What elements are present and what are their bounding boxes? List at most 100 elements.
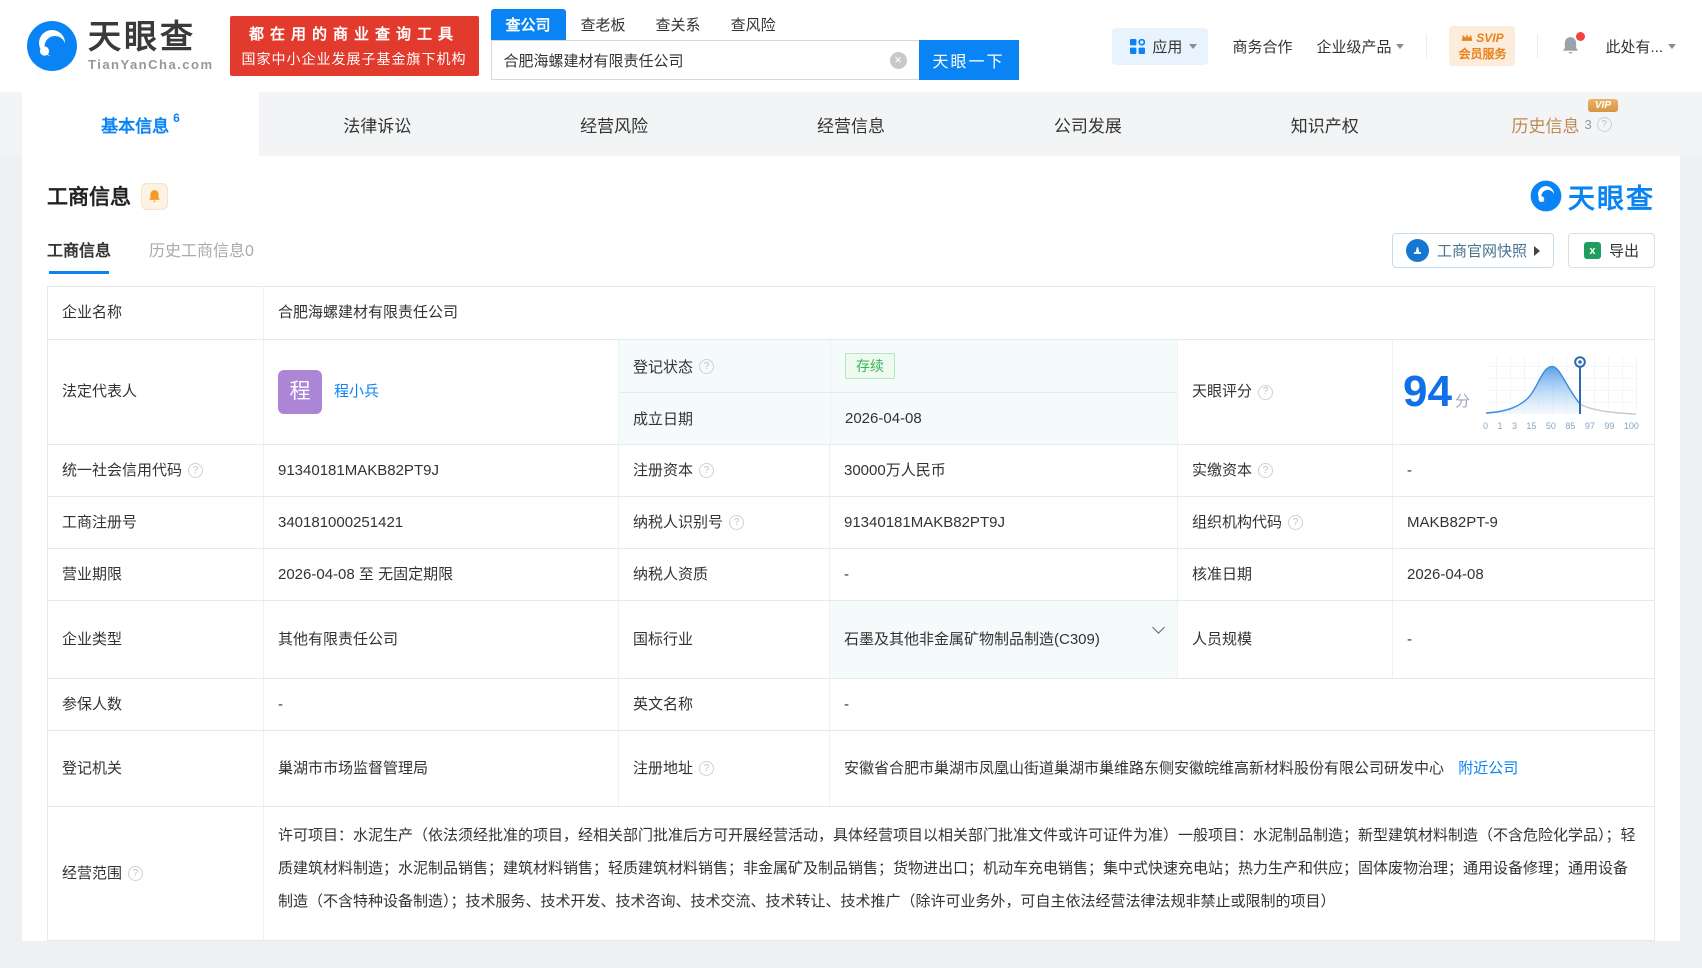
search-button[interactable]: 天眼一下 (918, 40, 1019, 80)
table-row: 工商注册号 340181000251421 纳税人识别号 91340181MAK… (48, 496, 1654, 548)
search-tab-relation[interactable]: 查关系 (641, 9, 716, 40)
paid-capital-label: 实缴资本 (1192, 461, 1253, 479)
svip-member-button[interactable]: SVIP 会员服务 (1449, 25, 1516, 67)
tab-history-count: 3 (1584, 116, 1592, 132)
reg-capital-label: 注册资本 (633, 461, 694, 479)
legal-rep-cell: 程 程小兵 (263, 340, 618, 444)
subtab-business-info[interactable]: 工商信息 (47, 237, 111, 274)
tab-operating-risk[interactable]: 经营风险 (496, 92, 733, 156)
axis-tick: 97 (1584, 420, 1595, 431)
approval-date-value: 2026-04-08 (1392, 549, 1654, 600)
logo-domain: TianYanCha.com (88, 57, 214, 73)
help-icon[interactable] (188, 463, 204, 478)
notification-bell-icon[interactable] (1560, 32, 1586, 56)
chevron-down-icon[interactable] (1152, 621, 1165, 634)
chevron-down-icon (1189, 43, 1198, 49)
brand-slogan-banner: 都在用的商业查询工具 国家中小企业发展子基金旗下机构 (229, 16, 479, 76)
nav-apps-button[interactable]: 应用 (1112, 27, 1209, 65)
taxpayer-id-value: 91340181MAKB82PT9J (829, 497, 1177, 548)
content-area: 工商信息 天眼查 工商信息 历史工商信息0 工商官网快照 导出 (22, 156, 1680, 941)
reg-status-label: 登记状态 (633, 358, 694, 376)
help-icon[interactable] (699, 358, 715, 374)
industry-label: 国标行业 (618, 601, 829, 678)
tab-business-label: 经营信息 (817, 116, 885, 136)
tab-intellectual-property[interactable]: 知识产权 (1206, 92, 1443, 156)
reg-address-value: 安徽省合肥市巢湖市凤凰山街道巢湖市巢维路东侧安徽皖维高新材料股份有限公司研发中心 (844, 760, 1445, 777)
help-icon[interactable] (1258, 463, 1274, 478)
official-snapshot-button[interactable]: 工商官网快照 (1391, 233, 1554, 268)
tab-legal-label: 法律诉讼 (343, 116, 412, 136)
credit-code-label-cell: 统一社会信用代码 (48, 445, 263, 496)
axis-tick: 99 (1604, 420, 1615, 431)
tab-history-info[interactable]: VIP 历史信息 3 (1443, 92, 1680, 156)
credit-code-value: 91340181MAKB82PT9J (263, 445, 618, 496)
nav-enterprise-products[interactable]: 企业级产品 (1316, 36, 1405, 57)
clear-search-icon[interactable]: × (889, 52, 907, 69)
watermark-text: 天眼查 (1568, 183, 1655, 214)
subtab-history-business-info[interactable]: 历史工商信息0 (149, 237, 254, 274)
stamp-icon (1405, 239, 1429, 262)
org-code-label: 组织机构代码 (1192, 513, 1283, 531)
svip-sublabel: 会员服务 (1458, 47, 1507, 61)
table-row: 企业名称 合肥海螺建材有限责任公司 (48, 287, 1654, 339)
apps-grid-icon (1130, 38, 1146, 54)
approval-date-label: 核准日期 (1177, 549, 1392, 600)
reg-number-label: 工商注册号 (62, 513, 138, 531)
notification-dot (1576, 32, 1586, 41)
business-scope-label: 经营范围 (62, 864, 123, 882)
axis-tick: 15 (1526, 420, 1537, 431)
reg-authority-value: 巢湖市市场监督管理局 (263, 731, 618, 806)
insured-count-label: 参保人数 (62, 695, 123, 713)
tab-company-development[interactable]: 公司发展 (969, 92, 1206, 156)
search-tab-boss[interactable]: 查老板 (566, 9, 641, 40)
legal-rep-avatar: 程 (278, 370, 322, 414)
user-menu[interactable]: 此处有... (1605, 36, 1676, 57)
nearby-companies-link[interactable]: 附近公司 (1458, 760, 1518, 777)
help-icon[interactable] (1288, 515, 1304, 530)
reg-address-value-cell: 安徽省合肥市巢湖市凤凰山街道巢湖市巢维路东侧安徽皖维高新材料股份有限公司研发中心… (829, 731, 1654, 806)
official-snapshot-label: 工商官网快照 (1436, 243, 1527, 260)
tab-legal-proceedings[interactable]: 法律诉讼 (259, 92, 496, 156)
status-badge: 存续 (845, 353, 895, 379)
main-tabbar: 基本信息 6 法律诉讼 经营风险 经营信息 公司发展 知识产权 VIP 历史信息… (0, 92, 1702, 156)
tianyancha-watermark: 天眼查 (1530, 177, 1655, 216)
credit-code-label: 统一社会信用代码 (62, 461, 183, 479)
industry-value-cell: 石墨及其他非金属矿物制品制造(C309) (829, 601, 1177, 678)
est-date-value: 2026-04-08 (830, 393, 1177, 444)
nav-business-cooperation[interactable]: 商务合作 (1232, 36, 1292, 57)
crown-icon (1462, 34, 1473, 42)
tab-ip-label: 知识产权 (1290, 116, 1359, 136)
legal-rep-link[interactable]: 程小兵 (334, 380, 379, 404)
top-header: 天眼查 TianYanCha.com 都在用的商业查询工具 国家中小企业发展子基… (0, 0, 1702, 92)
search-input[interactable] (490, 40, 919, 80)
help-icon[interactable] (699, 761, 715, 776)
export-label: 导出 (1608, 243, 1639, 260)
help-icon[interactable] (1596, 116, 1612, 132)
reg-address-label-cell: 注册地址 (618, 731, 829, 806)
table-row: 参保人数 - 英文名称 - (48, 678, 1654, 730)
axis-tick: 85 (1565, 420, 1576, 431)
axis-tick: 3 (1511, 420, 1517, 431)
excel-icon (1583, 242, 1601, 259)
search-tab-risk[interactable]: 查风险 (716, 9, 791, 40)
chevron-down-icon (1396, 43, 1405, 49)
axis-tick: 1 (1497, 420, 1503, 431)
export-button[interactable]: 导出 (1567, 233, 1655, 268)
search-type-tabs: 查公司 查老板 查关系 查风险 (490, 9, 1019, 40)
subscribe-bell-icon[interactable] (141, 182, 168, 210)
insured-count-value: - (263, 679, 618, 730)
taxpayer-id-label-cell: 纳税人识别号 (618, 497, 829, 548)
help-icon[interactable] (699, 463, 715, 478)
table-row: 经营范围 许可项目：水泥生产（依法须经批准的项目，经相关部门批准后方可开展经营活… (48, 806, 1654, 940)
tab-basic-info[interactable]: 基本信息 6 (22, 92, 259, 156)
tab-business-info[interactable]: 经营信息 (733, 92, 970, 156)
help-icon[interactable] (1258, 384, 1274, 400)
logo-title: 天眼查 (88, 17, 196, 55)
status-date-block: 登记状态 存续 成立日期 2026-04-08 (618, 340, 1177, 444)
search-tab-company[interactable]: 查公司 (490, 9, 566, 40)
divider (1426, 34, 1428, 58)
chevron-down-icon (1668, 43, 1676, 49)
tianyancha-logo[interactable]: 天眼查 TianYanCha.com (26, 17, 214, 73)
help-icon[interactable] (729, 515, 745, 530)
help-icon[interactable] (128, 866, 144, 881)
